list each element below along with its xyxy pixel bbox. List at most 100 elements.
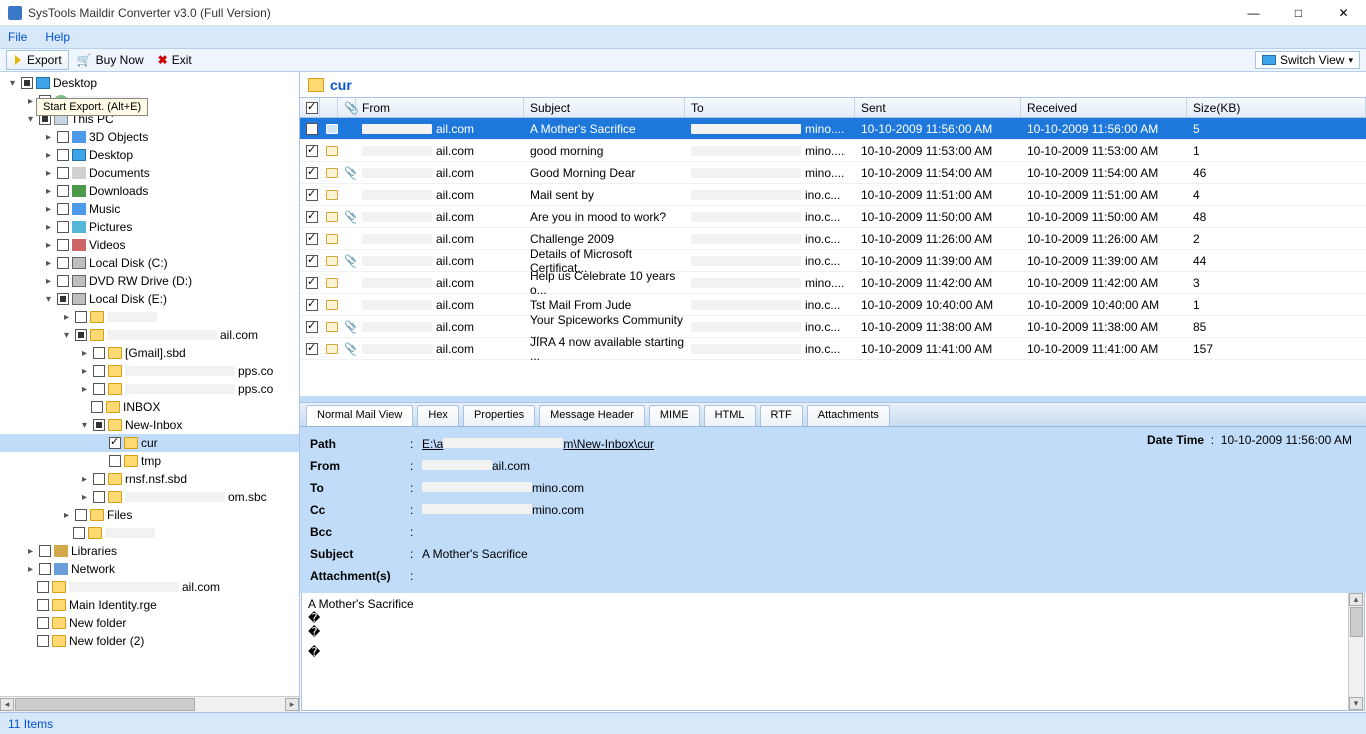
folder-icon xyxy=(90,329,104,341)
tree-pictures[interactable]: Pictures xyxy=(89,220,132,234)
scroll-up-icon[interactable]: ▴ xyxy=(1349,593,1363,606)
mail-row[interactable]: 📎ail.comDetails of Microsoft Certificat.… xyxy=(300,250,1366,272)
tree-new-folder-2[interactable]: New folder (2) xyxy=(69,634,144,648)
tree-desktop2[interactable]: Desktop xyxy=(89,148,133,162)
mail-row[interactable]: ail.comMail sent byino.c...10-10-2009 11… xyxy=(300,184,1366,206)
collapse-icon[interactable]: ▾ xyxy=(7,78,18,89)
tree-checkbox[interactable] xyxy=(21,77,33,89)
tab-properties[interactable]: Properties xyxy=(463,405,535,426)
tree-local-e[interactable]: Local Disk (E:) xyxy=(89,292,167,306)
cube-icon xyxy=(72,131,86,143)
tree-main-identity[interactable]: Main Identity.rge xyxy=(69,598,157,612)
tree-desktop[interactable]: Desktop xyxy=(53,76,97,90)
mail-row[interactable]: ail.comA Mother's Sacrificemino....10-10… xyxy=(300,118,1366,140)
row-checkbox[interactable] xyxy=(306,343,318,355)
close-button[interactable]: ✕ xyxy=(1321,0,1366,26)
row-checkbox[interactable] xyxy=(306,211,318,223)
meta-cc: mino.com xyxy=(422,503,1356,517)
folder-icon xyxy=(308,78,324,92)
row-checkbox[interactable] xyxy=(306,233,318,245)
row-checkbox[interactable] xyxy=(306,277,318,289)
mail-row[interactable]: 📎ail.comAre you in mood to work?ino.c...… xyxy=(300,206,1366,228)
tree-new-folder[interactable]: New folder xyxy=(69,616,126,630)
tab-normal[interactable]: Normal Mail View xyxy=(306,405,413,426)
row-checkbox[interactable] xyxy=(306,189,318,201)
body-vscrollbar[interactable]: ▴ ▾ xyxy=(1348,593,1364,710)
tree-rnsf[interactable]: rnsf.nsf.sbd xyxy=(125,472,187,486)
tree-3d-objects[interactable]: 3D Objects xyxy=(89,130,148,144)
row-checkbox[interactable] xyxy=(306,255,318,267)
tree-music[interactable]: Music xyxy=(89,202,120,216)
scroll-thumb[interactable] xyxy=(15,698,195,711)
tab-attachments[interactable]: Attachments xyxy=(807,405,890,426)
scroll-thumb[interactable] xyxy=(1350,607,1363,637)
row-checkbox[interactable] xyxy=(306,123,318,135)
minimize-button[interactable]: — xyxy=(1231,0,1276,26)
tab-hex[interactable]: Hex xyxy=(417,405,459,426)
mail-row[interactable]: ail.comgood morningmino....10-10-2009 11… xyxy=(300,140,1366,162)
attachment-icon: 📎 xyxy=(344,254,354,268)
mail-row[interactable]: 📎ail.comJIRA 4 now available starting ..… xyxy=(300,338,1366,360)
folder-tree[interactable]: ▾Desktop ▸ ▾This PC ▸3D Objects ▸Desktop… xyxy=(0,72,299,696)
folder-icon xyxy=(90,509,104,521)
tab-mime[interactable]: MIME xyxy=(649,405,700,426)
scroll-down-icon[interactable]: ▾ xyxy=(1349,697,1363,710)
col-to[interactable]: To xyxy=(685,98,855,117)
tree-dvd[interactable]: DVD RW Drive (D:) xyxy=(89,274,192,288)
mail-row[interactable]: ail.comTst Mail From Judeino.c...10-10-2… xyxy=(300,294,1366,316)
tab-message-header[interactable]: Message Header xyxy=(539,405,645,426)
chevron-down-icon: ▾ xyxy=(1348,55,1353,66)
col-subject[interactable]: Subject xyxy=(524,98,685,117)
tree-network[interactable]: Network xyxy=(71,562,115,576)
folder-title: cur xyxy=(330,77,352,93)
tree-videos[interactable]: Videos xyxy=(89,238,125,252)
switch-view-button[interactable]: Switch View▾ xyxy=(1255,51,1360,69)
folder-icon xyxy=(52,599,66,611)
menu-file[interactable]: File xyxy=(8,30,27,44)
mail-icon xyxy=(326,300,338,310)
tree-libraries[interactable]: Libraries xyxy=(71,544,117,558)
mail-row[interactable]: ail.comHelp us Celebrate 10 years o...mi… xyxy=(300,272,1366,294)
tree-gmail[interactable]: [Gmail].sbd xyxy=(125,346,186,360)
tab-html[interactable]: HTML xyxy=(704,405,756,426)
mail-row[interactable]: 📎ail.comYour Spiceworks Community ...ino… xyxy=(300,316,1366,338)
downloads-icon xyxy=(72,185,86,197)
tree-downloads[interactable]: Downloads xyxy=(89,184,148,198)
col-received[interactable]: Received xyxy=(1021,98,1187,117)
buy-now-button[interactable]: 🛒Buy Now xyxy=(71,51,150,69)
row-checkbox[interactable] xyxy=(306,321,318,333)
col-size[interactable]: Size(KB) xyxy=(1187,98,1366,117)
network-icon xyxy=(54,563,68,575)
music-icon xyxy=(72,203,86,215)
col-attach-icon[interactable]: 📎 xyxy=(338,98,356,117)
tree-files[interactable]: Files xyxy=(107,508,132,522)
col-from[interactable]: From xyxy=(356,98,524,117)
exit-button[interactable]: ✖Exit xyxy=(152,51,198,69)
maximize-button[interactable]: □ xyxy=(1276,0,1321,26)
tree-hscrollbar[interactable]: ◂ ▸ xyxy=(0,696,299,712)
mail-row[interactable]: ail.comChallenge 2009ino.c...10-10-2009 … xyxy=(300,228,1366,250)
folder-icon xyxy=(108,383,122,395)
tree-local-c[interactable]: Local Disk (C:) xyxy=(89,256,168,270)
col-mail-icon[interactable] xyxy=(320,98,338,117)
meta-to: mino.com xyxy=(422,481,1356,495)
scroll-left-icon[interactable]: ◂ xyxy=(0,698,14,711)
tree-new-inbox[interactable]: New-Inbox xyxy=(125,418,182,432)
menu-help[interactable]: Help xyxy=(45,30,70,44)
expand-icon[interactable]: ▸ xyxy=(25,96,36,107)
col-sent[interactable]: Sent xyxy=(855,98,1021,117)
row-checkbox[interactable] xyxy=(306,145,318,157)
tree-inbox[interactable]: INBOX xyxy=(123,400,160,414)
mail-row[interactable]: 📎ail.comGood Morning Dearmino....10-10-2… xyxy=(300,162,1366,184)
select-all-checkbox[interactable] xyxy=(306,102,318,114)
tree-tmp[interactable]: tmp xyxy=(141,454,161,468)
drive-icon xyxy=(72,257,86,269)
mail-body[interactable]: A Mother's Sacrifice � � � ▴ ▾ xyxy=(301,593,1365,711)
tree-documents[interactable]: Documents xyxy=(89,166,150,180)
row-checkbox[interactable] xyxy=(306,299,318,311)
scroll-right-icon[interactable]: ▸ xyxy=(285,698,299,711)
tab-rtf[interactable]: RTF xyxy=(760,405,803,426)
export-button[interactable]: Export xyxy=(6,50,69,70)
tree-cur[interactable]: cur xyxy=(141,436,158,450)
row-checkbox[interactable] xyxy=(306,167,318,179)
